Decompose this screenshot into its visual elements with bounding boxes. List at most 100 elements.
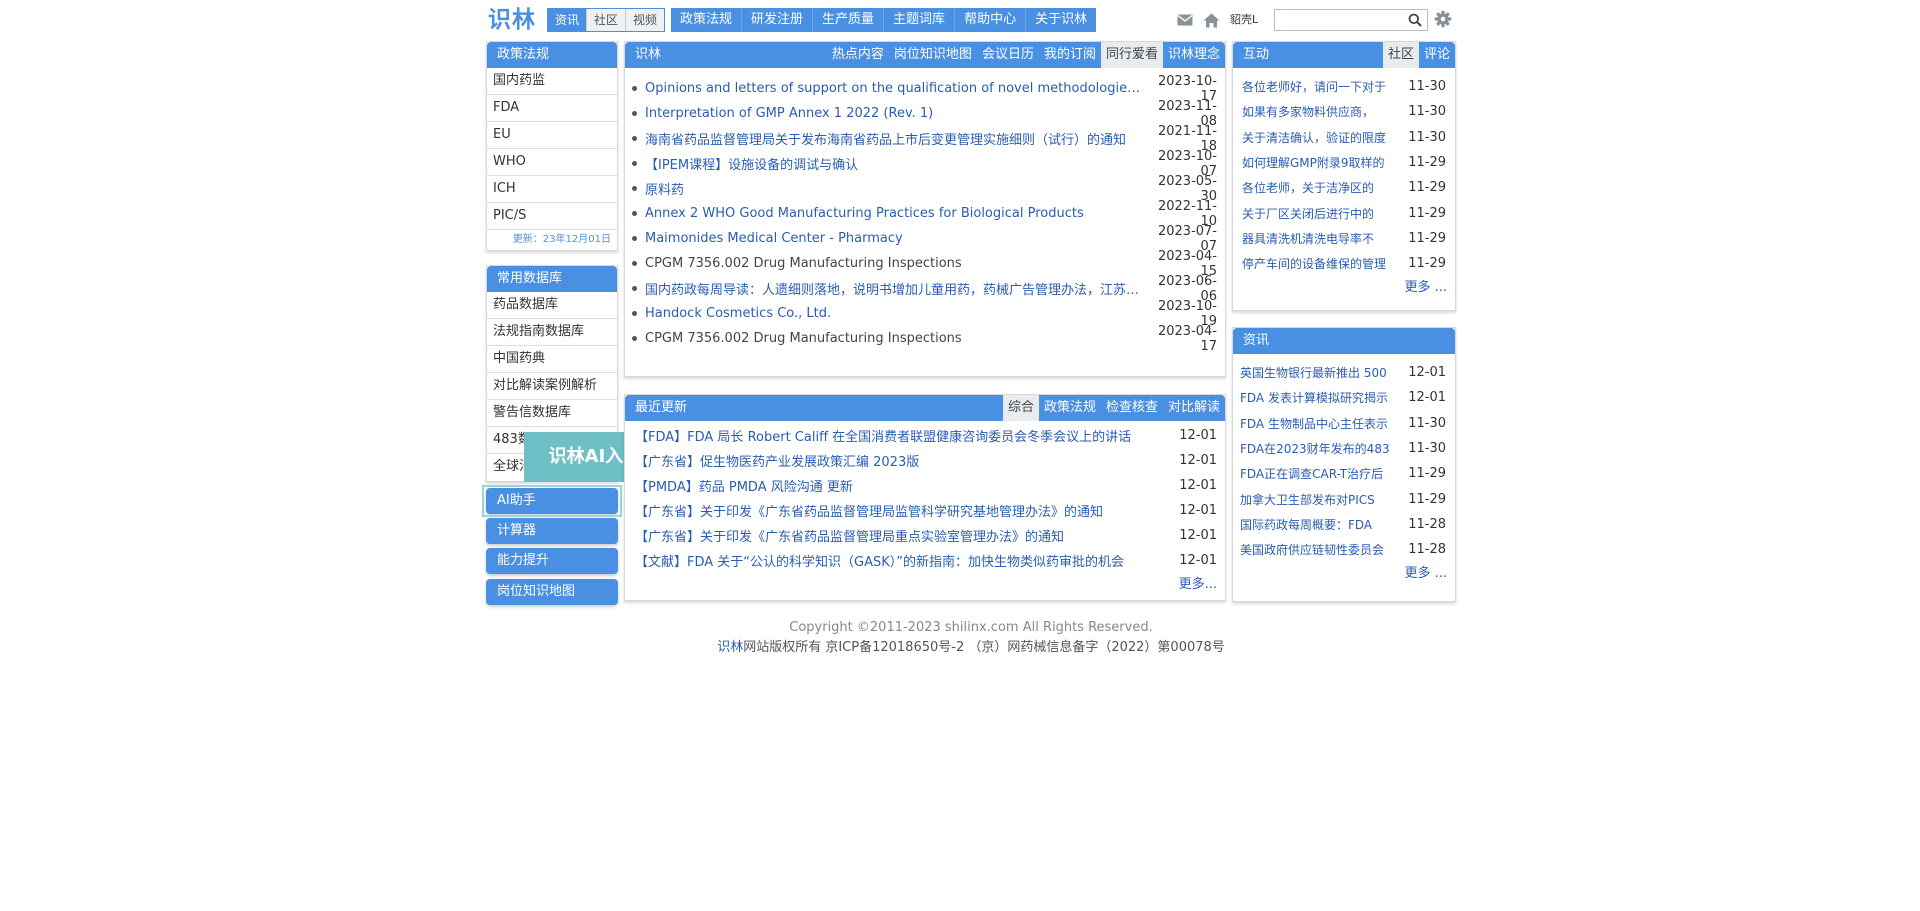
nav-about[interactable]: 关于识林 [1025, 8, 1096, 32]
tab-policy[interactable]: 政策法规 [1039, 395, 1101, 421]
list-item-title[interactable]: 关于清洁确认，验证的限度 [1233, 129, 1405, 146]
list-item-title[interactable]: 关于厂区关闭后进行中的 [1233, 205, 1405, 222]
list-item: 关于厂区关闭后进行中的 11-29 [1233, 200, 1455, 225]
list-item-title[interactable]: FDA 生物制品中心主任表示 [1233, 415, 1405, 432]
policy-item[interactable]: EU [487, 122, 617, 149]
list-item-title[interactable]: FDA 发表计算模拟研究揭示 [1233, 389, 1405, 406]
list-item: Opinions and letters of support on the q… [625, 74, 1225, 104]
list-item-title[interactable]: CPGM 7356.002 Drug Manufacturing Inspect… [645, 256, 1145, 271]
policy-item[interactable]: 国内药监 [487, 68, 617, 95]
list-item-title[interactable]: 各位老师好，请问一下对于 [1233, 78, 1405, 95]
list-item-title[interactable]: 【PMDA】药品 PMDA 风险沟通 更新 [635, 476, 1175, 495]
ability-button[interactable]: 能力提升 [486, 548, 618, 574]
list-item-title[interactable]: 美国政府供应链韧性委员会 [1233, 541, 1405, 558]
list-item-title[interactable]: 英国生物银行最新推出 500 [1233, 364, 1405, 381]
mail-icon[interactable] [1176, 11, 1194, 29]
segment-community[interactable]: 社区 [586, 9, 626, 31]
bullet-icon [632, 111, 637, 116]
list-item-title[interactable]: 停产车间的设备维保的管理 [1233, 255, 1405, 272]
tab-comments[interactable]: 评论 [1419, 42, 1455, 68]
list-item-title[interactable]: Annex 2 WHO Good Manufacturing Practices… [645, 206, 1145, 221]
database-item[interactable]: 中国药典 [487, 346, 617, 373]
list-item-date: 11-29 [1408, 256, 1446, 272]
list-item-title[interactable]: 【广东省】关于印发《广东省药品监督管理局重点实验室管理办法》的通知 [635, 526, 1175, 545]
list-item-title[interactable]: Handock Cosmetics Co., Ltd. [645, 306, 1145, 321]
list-item-date: 12-01 [1179, 453, 1217, 468]
segment-news[interactable]: 资讯 [548, 9, 587, 31]
gear-icon[interactable] [1434, 10, 1452, 28]
list-item: 美国政府供应链韧性委员会 11-28 [1233, 537, 1455, 562]
nav-rd-registration[interactable]: 研发注册 [741, 8, 812, 32]
tab-job-knowledge-map[interactable]: 岗位知识地图 [889, 42, 977, 68]
database-panel-title[interactable]: 常用数据库 [487, 266, 617, 292]
tab-peers-favorites[interactable]: 同行爱看 [1100, 42, 1163, 68]
list-item-title[interactable]: 【广东省】促生物医药产业发展政策汇编 2023版 [635, 451, 1175, 470]
list-item-title[interactable]: 国际药政每周概要：FDA [1233, 516, 1405, 533]
database-item[interactable]: 警告信数据库 [487, 400, 617, 427]
interact-panel-title[interactable]: 互动 [1233, 42, 1383, 68]
list-item-date: 11-29 [1408, 230, 1446, 246]
list-item-title[interactable]: Opinions and letters of support on the q… [645, 81, 1145, 96]
list-item-title[interactable]: Maimonides Medical Center - Pharmacy [645, 231, 1145, 246]
list-item: FDA 生物制品中心主任表示 11-30 [1233, 411, 1455, 436]
list-item-title[interactable]: 【广东省】关于印发《广东省药品监督管理局监管科学研究基地管理办法》的通知 [635, 501, 1175, 520]
list-item: Interpretation of GMP Annex 1 2022 (Rev.… [625, 99, 1225, 129]
news-more-link[interactable]: 更多 ... [1233, 562, 1455, 586]
shilin-panel: 识林 热点内容 岗位知识地图 会议日历 我的订阅 同行爱看 识林理念 Opini… [624, 41, 1226, 377]
database-item[interactable]: 法规指南数据库 [487, 319, 617, 346]
tab-inspection[interactable]: 检查核查 [1101, 395, 1163, 421]
tab-shilin-philosophy[interactable]: 识林理念 [1163, 42, 1225, 68]
policy-item[interactable]: WHO [487, 149, 617, 176]
policy-item[interactable]: FDA [487, 95, 617, 122]
policy-item[interactable]: PIC/S [487, 203, 617, 230]
footer-brand-link[interactable]: 识林 [717, 640, 743, 655]
calculator-button[interactable]: 计算器 [486, 518, 618, 544]
list-item-title[interactable]: CPGM 7356.002 Drug Manufacturing Inspect… [645, 331, 1145, 346]
site-logo[interactable]: 识林 [488, 6, 536, 34]
list-item-title[interactable]: 【IPEM课程】设施设备的调试与确认 [645, 154, 1145, 173]
home-icon[interactable] [1202, 11, 1220, 29]
nav-policy[interactable]: 政策法规 [671, 8, 741, 32]
search-input[interactable] [1275, 10, 1403, 30]
tab-conference-calendar[interactable]: 会议日历 [977, 42, 1039, 68]
tab-my-subscriptions[interactable]: 我的订阅 [1039, 42, 1101, 68]
policy-item[interactable]: ICH [487, 176, 617, 203]
list-item-date: 11-29 [1408, 180, 1446, 196]
list-item-title[interactable]: Interpretation of GMP Annex 1 2022 (Rev.… [645, 106, 1145, 121]
policy-panel-title[interactable]: 政策法规 [487, 42, 617, 68]
list-item-title[interactable]: 如果有多家物料供应商， [1233, 103, 1405, 120]
tab-community[interactable]: 社区 [1382, 42, 1419, 68]
search-icon[interactable] [1406, 11, 1424, 29]
list-item-title[interactable]: FDA在2023财年发布的483 [1233, 440, 1405, 457]
segment-video[interactable]: 视频 [625, 9, 665, 31]
shilin-panel-title[interactable]: 识林 [625, 42, 827, 68]
list-item-title[interactable]: FDA正在调查CAR-T治疗后 [1233, 465, 1405, 482]
recent-more-link[interactable]: 更多... [625, 573, 1225, 597]
shilin-list: Opinions and letters of support on the q… [625, 68, 1225, 354]
recent-tabs: 综合 政策法规 检查核查 对比解读 [1002, 395, 1225, 421]
nav-help[interactable]: 帮助中心 [954, 8, 1025, 32]
tab-hot-content[interactable]: 热点内容 [827, 42, 889, 68]
database-item[interactable]: 药品数据库 [487, 292, 617, 319]
interact-more-link[interactable]: 更多 ... [1233, 276, 1455, 300]
list-item-title[interactable]: 器具清洗机清洗电导率不 [1233, 230, 1405, 247]
list-item-title[interactable]: 加拿大卫生部发布对PICS [1233, 491, 1405, 508]
username[interactable]: 貂壳L [1230, 6, 1258, 34]
bullet-icon [632, 186, 637, 191]
nav-production-quality[interactable]: 生产质量 [812, 8, 883, 32]
tab-general[interactable]: 综合 [1002, 395, 1039, 421]
news-panel-title[interactable]: 资讯 [1233, 328, 1455, 354]
job-knowledge-map-button[interactable]: 岗位知识地图 [486, 579, 618, 605]
list-item-title[interactable]: 原料药 [645, 179, 1145, 198]
list-item-title[interactable]: 【FDA】FDA 局长 Robert Califf 在全国消费者联盟健康咨询委员… [635, 426, 1175, 445]
list-item-title[interactable]: 如何理解GMP附录9取样的 [1233, 154, 1405, 171]
database-item[interactable]: 对比解读案例解析 [487, 373, 617, 400]
list-item-title[interactable]: 海南省药品监督管理局关于发布海南省药品上市后变更管理实施细则（试行）的通知 [645, 129, 1145, 148]
nav-thesaurus[interactable]: 主题词库 [883, 8, 954, 32]
list-item-title[interactable]: 各位老师，关于洁净区的 [1233, 179, 1405, 196]
recent-panel-title[interactable]: 最近更新 [625, 395, 1003, 421]
list-item-title[interactable]: 【文献】FDA 关于“公认的科学知识（GASK）”的新指南：加快生物类似药审批的… [635, 551, 1175, 570]
list-item-date: 12-01 [1179, 528, 1217, 543]
tab-comparison[interactable]: 对比解读 [1163, 395, 1225, 421]
list-item-title[interactable]: 国内药政每周导读：人遗细则落地，说明书增加儿童用药，药械广告管理办法，江苏省药品… [645, 279, 1145, 298]
